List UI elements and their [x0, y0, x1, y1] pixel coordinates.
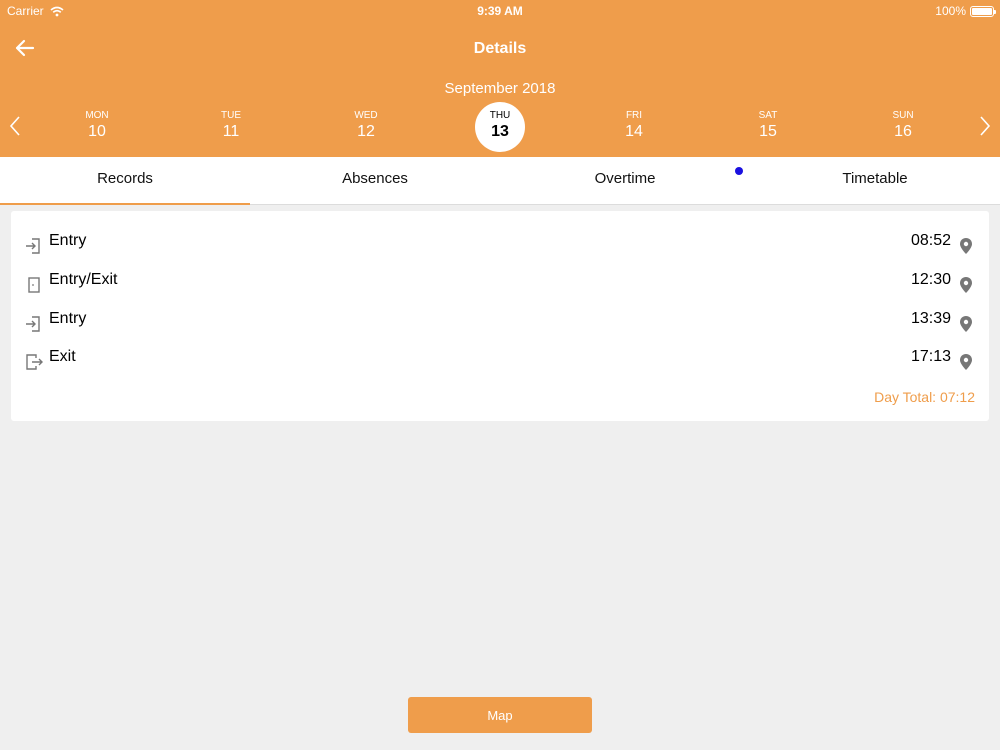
tab-overtime[interactable]: Overtime: [500, 157, 750, 205]
battery-icon: [970, 5, 996, 17]
entry-exit-icon: [28, 277, 40, 293]
header-bar: Carrier 9:39 AM 100% Details September 2…: [0, 0, 1000, 157]
record-time: 08:52: [910, 232, 951, 249]
day-name: THU: [489, 110, 511, 121]
record-label: Entry: [49, 232, 87, 249]
location-pin-icon[interactable]: [959, 276, 973, 294]
month-label: September 2018: [444, 80, 556, 97]
entry-icon: [26, 316, 40, 332]
day-name: SAT: [758, 110, 778, 121]
day-name: WED: [354, 110, 378, 121]
entry-icon: [26, 238, 40, 254]
day-number: 10: [88, 123, 106, 140]
day-number: 14: [625, 123, 643, 140]
day-name: SUN: [892, 110, 914, 121]
record-time: 12:30: [910, 271, 951, 288]
day-fri[interactable]: FRI 14: [609, 102, 659, 152]
previous-week-chevron-icon[interactable]: [6, 113, 24, 139]
record-row[interactable]: Entry 08:52: [11, 227, 989, 263]
day-number: 15: [759, 123, 777, 140]
map-button[interactable]: Map: [408, 697, 592, 733]
day-sun[interactable]: SUN 16: [878, 102, 928, 152]
next-week-chevron-icon[interactable]: [976, 113, 994, 139]
location-pin-icon[interactable]: [959, 237, 973, 255]
record-time: 13:39: [910, 310, 951, 327]
record-row[interactable]: Exit 17:13: [11, 343, 989, 379]
clock: 9:39 AM: [477, 4, 523, 18]
records-card: Entry 08:52 Entry/Exit 12:30 Entry 13:39: [11, 211, 989, 421]
day-name: FRI: [625, 110, 643, 121]
exit-icon: [26, 354, 43, 370]
tab-timetable[interactable]: Timetable: [750, 157, 1000, 205]
day-wed[interactable]: WED 12: [341, 102, 391, 152]
day-tue[interactable]: TUE 11: [206, 102, 256, 152]
day-thu-selected[interactable]: THU 13: [475, 102, 525, 152]
record-label: Entry/Exit: [49, 271, 118, 288]
day-name: MON: [85, 110, 109, 121]
record-label: Entry: [49, 310, 87, 327]
day-sat[interactable]: SAT 15: [743, 102, 793, 152]
record-row[interactable]: Entry/Exit 12:30: [11, 266, 989, 302]
tab-bar: Records Absences Overtime Timetable: [0, 157, 1000, 205]
day-total: Day Total: 07:12: [874, 389, 975, 405]
battery-percent: 100%: [935, 4, 966, 18]
tab-records[interactable]: Records: [0, 157, 250, 205]
day-mon[interactable]: MON 10: [72, 102, 122, 152]
day-number: 12: [357, 123, 375, 140]
record-time: 17:13: [910, 348, 951, 365]
location-pin-icon[interactable]: [959, 315, 973, 333]
day-number: 11: [222, 123, 240, 140]
record-label: Exit: [49, 348, 76, 365]
day-number: 13: [491, 123, 509, 140]
overtime-notification-dot: [735, 167, 743, 175]
status-bar: Carrier 9:39 AM 100%: [0, 0, 1000, 22]
day-number: 16: [894, 123, 912, 140]
page-title: Details: [473, 40, 527, 57]
tab-absences[interactable]: Absences: [250, 157, 500, 205]
location-pin-icon[interactable]: [959, 353, 973, 371]
day-name: TUE: [221, 110, 241, 121]
record-row[interactable]: Entry 13:39: [11, 305, 989, 341]
